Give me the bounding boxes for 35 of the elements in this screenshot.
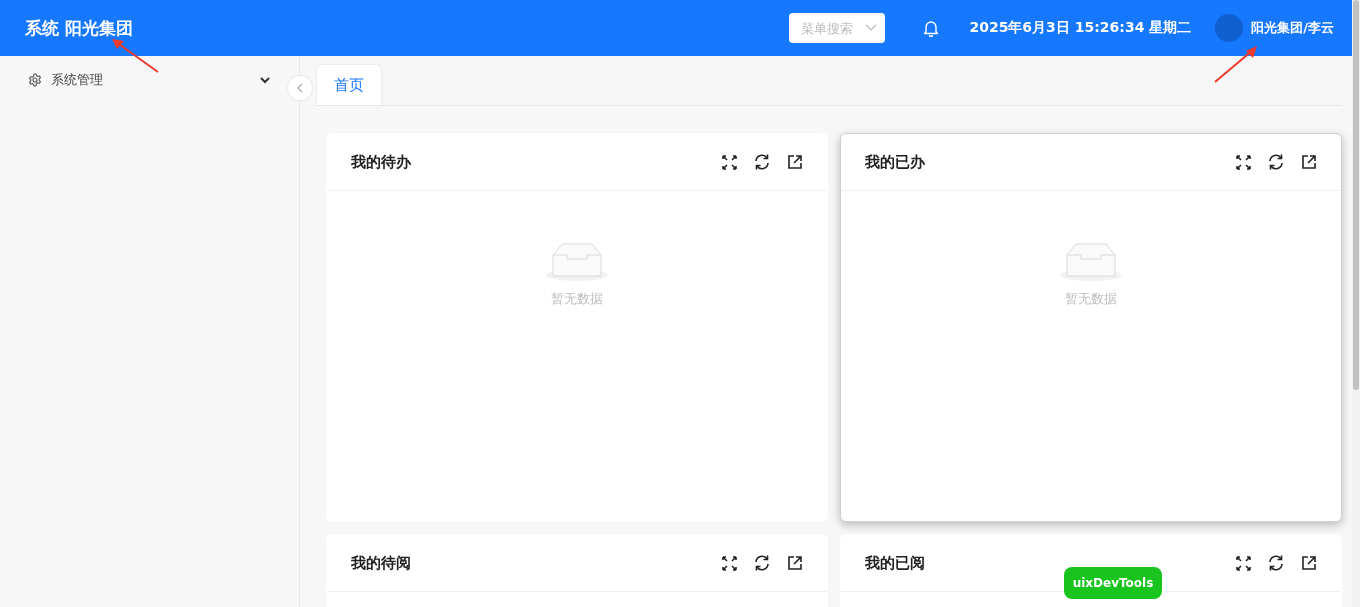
- datetime-text: 2025年6月3日 15:26:34 星期二: [969, 19, 1192, 37]
- open-external-icon[interactable]: [787, 555, 803, 571]
- chevron-down-icon: [865, 24, 878, 32]
- gear-icon: [28, 73, 42, 87]
- empty-state-text: 暂无数据: [1065, 290, 1117, 308]
- menu-search-field[interactable]: 菜单搜索: [789, 13, 886, 43]
- chevron-down-icon: [260, 76, 270, 84]
- refresh-icon[interactable]: [753, 554, 771, 572]
- tab[interactable]: 首页: [316, 64, 382, 105]
- annotation-arrow: [110, 38, 160, 74]
- fullscreen-icon[interactable]: [1236, 154, 1251, 170]
- annotation-arrow: [1213, 44, 1259, 84]
- refresh-icon[interactable]: [1267, 153, 1285, 171]
- bell-icon[interactable]: [923, 19, 940, 37]
- scrollbar[interactable]: [1352, 0, 1360, 607]
- system-title: 系统 阳光集团: [25, 16, 133, 40]
- fullscreen-icon[interactable]: [1236, 555, 1251, 571]
- sidebar-menu-item[interactable]: 系统管理: [0, 56, 285, 104]
- refresh-icon[interactable]: [1267, 554, 1285, 572]
- empty-state-text: 暂无数据: [551, 290, 603, 308]
- open-external-icon[interactable]: [1301, 555, 1317, 571]
- card-title: 我的已阅: [865, 553, 926, 573]
- empty-inbox-icon: [1059, 241, 1123, 282]
- chevron-left-icon: [297, 83, 303, 93]
- card-title: 我的已办: [865, 152, 926, 172]
- user-name[interactable]: 阳光集团/李云: [1251, 19, 1334, 37]
- devtools-button[interactable]: uixDevTools: [1064, 567, 1162, 599]
- card-title: 我的待办: [351, 152, 412, 172]
- empty-inbox-icon: [545, 241, 609, 282]
- fullscreen-icon[interactable]: [722, 154, 737, 170]
- open-external-icon[interactable]: [787, 154, 803, 170]
- fullscreen-icon[interactable]: [722, 555, 737, 571]
- open-external-icon[interactable]: [1301, 154, 1317, 170]
- card-title: 我的待阅: [351, 553, 412, 573]
- refresh-icon[interactable]: [753, 153, 771, 171]
